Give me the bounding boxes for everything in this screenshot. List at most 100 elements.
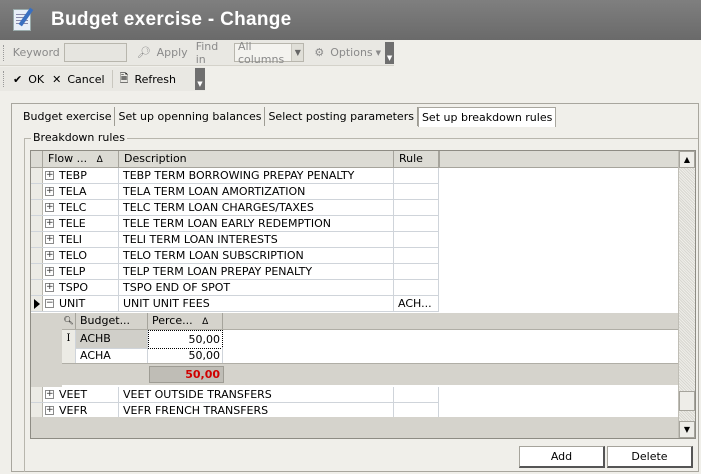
rule-cell[interactable] — [394, 184, 439, 199]
child-grid[interactable]: 🔍︎ Budget... Perce... Δ I ACHB 50,00 ACH… — [31, 313, 680, 387]
table-row-current[interactable]: − UNIT UNIT UNIT FEES ACH... — [31, 296, 439, 312]
column-header-flow[interactable]: Flow ... Δ — [43, 151, 119, 167]
expand-icon[interactable]: + — [45, 251, 54, 260]
rule-cell[interactable]: ACH... — [394, 296, 439, 311]
window-title: Budget exercise - Change — [51, 9, 292, 30]
delete-button[interactable]: Delete — [607, 446, 693, 468]
expand-icon[interactable]: + — [45, 283, 54, 292]
flow-header-label: Flow ... — [48, 152, 88, 165]
toolbar-grip[interactable] — [3, 44, 6, 61]
table-row[interactable]: + TELI TELI TERM LOAN INTERESTS — [31, 232, 439, 248]
rule-cell[interactable] — [394, 216, 439, 231]
apply-button[interactable]: 🔎︎ Apply — [133, 43, 192, 63]
expand-icon[interactable]: + — [45, 171, 54, 180]
find-in-label: Find in — [195, 39, 219, 66]
description-cell: TSPO END OF SPOT — [119, 280, 394, 295]
table-row[interactable]: + TELA TELA TERM LOAN AMORTIZATION — [31, 184, 439, 200]
rule-cell[interactable] — [394, 232, 439, 247]
description-cell: UNIT UNIT FEES — [119, 296, 394, 311]
row-selector[interactable] — [31, 280, 43, 295]
row-selector[interactable] — [31, 403, 43, 418]
rule-cell[interactable] — [394, 403, 439, 418]
table-row[interactable]: + TELE TELE TERM LOAN EARLY REDEMPTION — [31, 216, 439, 232]
table-row[interactable]: + TSPO TSPO END OF SPOT — [31, 280, 439, 296]
flow-cell: TEBP — [59, 169, 87, 182]
expand-icon[interactable]: + — [45, 219, 54, 228]
child-grid-header: 🔍︎ Budget... Perce... Δ — [62, 313, 680, 330]
table-row[interactable]: + TELP TELP TERM LOAN PREPAY PENALTY — [31, 264, 439, 280]
table-row[interactable]: + VEET VEET OUTSIDE TRANSFERS — [31, 387, 439, 403]
flow-cell: TELP — [59, 265, 86, 278]
scroll-down-icon[interactable]: ▼ — [679, 421, 695, 438]
ok-button[interactable]: ✔ OK — [9, 69, 48, 89]
rule-cell[interactable] — [394, 387, 439, 402]
tab-breakdown-rules[interactable]: Set up breakdown rules — [417, 107, 557, 127]
rule-cell[interactable] — [394, 264, 439, 279]
action-toolbar: ✔ OK ✕ Cancel 🗎 Refresh ▼ — [0, 67, 205, 91]
column-header-percent[interactable]: Perce... Δ — [148, 313, 223, 329]
tab-opening-balances[interactable]: Set up openning balances — [115, 107, 266, 126]
options-button[interactable]: ⚙ Options ▼ — [310, 43, 385, 63]
flow-cell: TELI — [59, 233, 83, 246]
row-selector[interactable] — [31, 168, 43, 183]
flow-cell: TELO — [59, 249, 88, 262]
row-selector[interactable] — [31, 216, 43, 231]
tab-posting-parameters[interactable]: Select posting parameters — [265, 107, 418, 126]
table-row[interactable]: + TELO TELO TERM LOAN SUBSCRIPTION — [31, 248, 439, 264]
row-selector[interactable] — [31, 296, 43, 311]
expand-icon[interactable]: + — [45, 187, 54, 196]
child-grid-indent — [31, 313, 62, 387]
percent-total: 50,00 — [149, 366, 224, 383]
row-selector[interactable] — [31, 200, 43, 215]
table-row[interactable]: + TELC TELC TERM LOAN CHARGES/TAXES — [31, 200, 439, 216]
description-cell: TELP TERM LOAN PREPAY PENALTY — [119, 264, 394, 279]
checkmark-icon: ✔ — [13, 72, 23, 86]
column-header-budget[interactable]: Budget... — [76, 313, 148, 329]
binoculars-icon: 🔎︎ — [136, 46, 151, 59]
row-selector[interactable] — [31, 184, 43, 199]
rule-cell[interactable] — [394, 248, 439, 263]
rule-cell[interactable] — [394, 280, 439, 295]
row-selector[interactable] — [31, 232, 43, 247]
flow-cell: VEFR — [59, 404, 88, 417]
toolbar-overflow-button[interactable]: ▼ — [195, 68, 205, 90]
flow-cell: UNIT — [59, 297, 86, 310]
percent-header-label: Perce... — [152, 314, 193, 327]
expand-icon[interactable]: + — [45, 406, 54, 415]
sort-ascending-icon: Δ — [96, 155, 103, 165]
row-selector[interactable] — [31, 264, 43, 279]
row-selector[interactable] — [31, 387, 43, 402]
collapse-icon[interactable]: − — [45, 299, 54, 308]
search-icon[interactable]: 🔍︎ — [62, 313, 76, 329]
expand-icon[interactable]: + — [45, 390, 54, 399]
expand-icon[interactable]: + — [45, 267, 54, 276]
options-label: Options — [330, 46, 373, 59]
column-header-rule[interactable]: Rule — [394, 151, 439, 167]
toolbar-grip[interactable] — [3, 71, 6, 87]
rule-cell[interactable] — [394, 168, 439, 183]
table-row[interactable]: + TEBP TEBP TERM BORROWING PREPAY PENALTY — [31, 168, 439, 184]
grid-header-filler — [439, 151, 678, 168]
column-header-description[interactable]: Description — [119, 151, 394, 167]
description-cell: TELE TERM LOAN EARLY REDEMPTION — [119, 216, 394, 231]
description-cell: TELI TERM LOAN INTERESTS — [119, 232, 394, 247]
scrollbar-thumb[interactable] — [679, 391, 695, 411]
expand-icon[interactable]: + — [45, 203, 54, 212]
row-selector[interactable] — [31, 248, 43, 263]
refresh-button[interactable]: 🗎 Refresh — [116, 69, 180, 89]
add-button[interactable]: Add — [519, 446, 605, 468]
find-in-select[interactable]: All columns ▼ — [233, 40, 305, 66]
vertical-scrollbar[interactable]: ▲ ▼ — [678, 151, 695, 438]
flow-cell: VEET — [59, 388, 88, 401]
breakdown-grid[interactable]: Flow ... Δ Description Rule + TEBP TEBP T… — [30, 150, 696, 439]
toolbar-separator — [111, 70, 113, 88]
scroll-up-icon[interactable]: ▲ — [679, 151, 695, 168]
expand-icon[interactable]: + — [45, 235, 54, 244]
row-selector-header — [31, 151, 43, 167]
tab-budget-exercise[interactable]: Budget exercise — [20, 107, 116, 126]
keyword-input[interactable] — [63, 43, 127, 62]
close-icon: ✕ — [52, 72, 62, 86]
rule-cell[interactable] — [394, 200, 439, 215]
toolbar-overflow-button[interactable]: ▼ — [385, 41, 394, 64]
cancel-button[interactable]: ✕ Cancel — [48, 69, 108, 89]
